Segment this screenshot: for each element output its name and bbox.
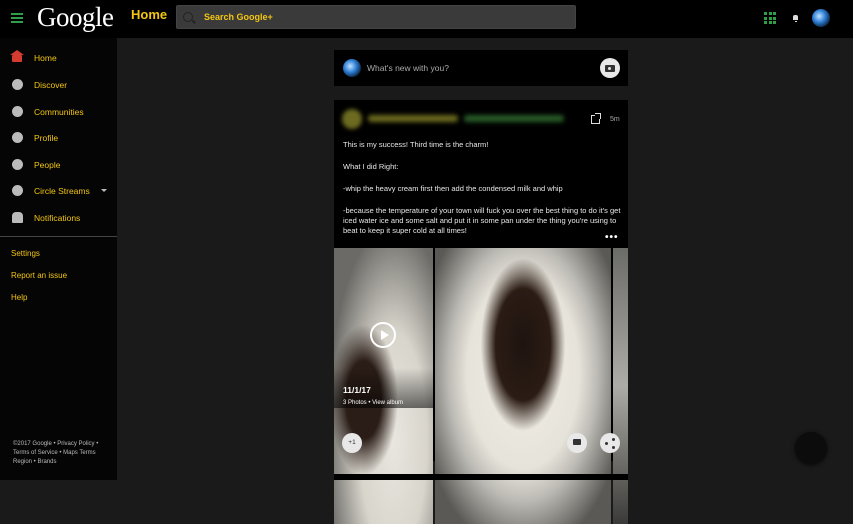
album-photo-3[interactable]	[613, 248, 628, 524]
sidebar-item-label: Circle Streams	[34, 186, 90, 196]
sidebar-divider	[0, 236, 117, 237]
sidebar-item-label: People	[34, 160, 61, 170]
profile-icon	[12, 132, 23, 143]
share-target-blurred	[464, 115, 564, 122]
play-icon[interactable]	[370, 322, 396, 348]
album-photo-1[interactable]: 11/1/17 3 Photos • View album	[334, 248, 433, 524]
top-bar: Google Home Search Google+	[0, 0, 853, 38]
compose-box[interactable]: What's new with you?	[334, 50, 628, 86]
sidebar-item-home[interactable]: Home	[0, 48, 117, 68]
sidebar-item-communities[interactable]: Communities	[0, 102, 117, 122]
home-icon	[10, 50, 24, 62]
compose-placeholder[interactable]: What's new with you?	[367, 63, 449, 73]
account-avatar[interactable]	[812, 9, 830, 27]
search-input[interactable]: Search Google+	[176, 5, 576, 29]
author-name-blurred[interactable]	[368, 115, 458, 122]
hamburger-menu-icon[interactable]	[11, 13, 23, 23]
google-logo[interactable]: Google	[37, 2, 114, 33]
sidebar-item-label: Communities	[34, 107, 84, 117]
circles-icon	[12, 185, 23, 196]
sidebar-item-label: Profile	[34, 133, 59, 143]
more-options-icon[interactable]: •••	[605, 232, 619, 243]
settings-link[interactable]: Settings	[11, 249, 40, 258]
search-icon	[183, 12, 193, 22]
report-issue-link[interactable]: Report an issue	[11, 271, 67, 280]
apps-grid-icon[interactable]	[764, 12, 776, 24]
post-card: 5m This is my success! Third time is the…	[334, 100, 628, 524]
post-paragraph: -because the temperature of your town wi…	[343, 206, 621, 235]
open-external-icon[interactable]	[591, 113, 601, 124]
sidebar-item-discover[interactable]: Discover	[0, 75, 117, 95]
notifications-bell-icon[interactable]	[793, 15, 798, 22]
plus-one-button[interactable]: +1	[342, 433, 362, 453]
post-paragraph: -whip the heavy cream first then add the…	[343, 184, 563, 193]
search-placeholder: Search Google+	[204, 12, 273, 22]
compass-icon	[12, 79, 23, 90]
sidebar-item-circle-streams[interactable]: Circle Streams	[0, 181, 117, 201]
author-avatar[interactable]	[342, 109, 362, 129]
floating-action-button[interactable]	[795, 432, 827, 464]
communities-icon	[12, 106, 23, 117]
help-link[interactable]: Help	[11, 293, 27, 302]
post-paragraph: This is my success! Third time is the ch…	[343, 140, 489, 149]
sidebar-item-label: Home	[34, 53, 57, 63]
sidebar: Home Discover Communities Profile People…	[0, 38, 117, 480]
comment-icon[interactable]	[567, 433, 587, 453]
chevron-down-icon[interactable]	[101, 189, 107, 192]
post-timestamp[interactable]: 5m	[610, 116, 620, 123]
album-date: 11/1/17	[343, 385, 371, 395]
people-icon	[12, 159, 23, 170]
sidebar-item-label: Discover	[34, 80, 68, 90]
avatar	[343, 59, 361, 77]
page-title: Home	[131, 7, 168, 22]
camera-icon[interactable]	[600, 58, 620, 78]
footer-links[interactable]: ©2017 Google • Privacy Policy • Terms of…	[13, 440, 113, 467]
sidebar-item-notifications[interactable]: Notifications	[0, 208, 117, 228]
post-paragraph: What I did Right:	[343, 162, 399, 171]
bell-icon	[12, 212, 23, 223]
sidebar-item-label: Notifications	[34, 213, 81, 223]
share-icon[interactable]	[600, 433, 620, 453]
sidebar-item-people[interactable]: People	[0, 155, 117, 175]
sidebar-item-profile[interactable]: Profile	[0, 128, 117, 148]
view-album-link[interactable]: 3 Photos • View album	[343, 400, 403, 406]
next-post-card	[334, 474, 628, 480]
album-photo-2[interactable]	[435, 248, 611, 524]
